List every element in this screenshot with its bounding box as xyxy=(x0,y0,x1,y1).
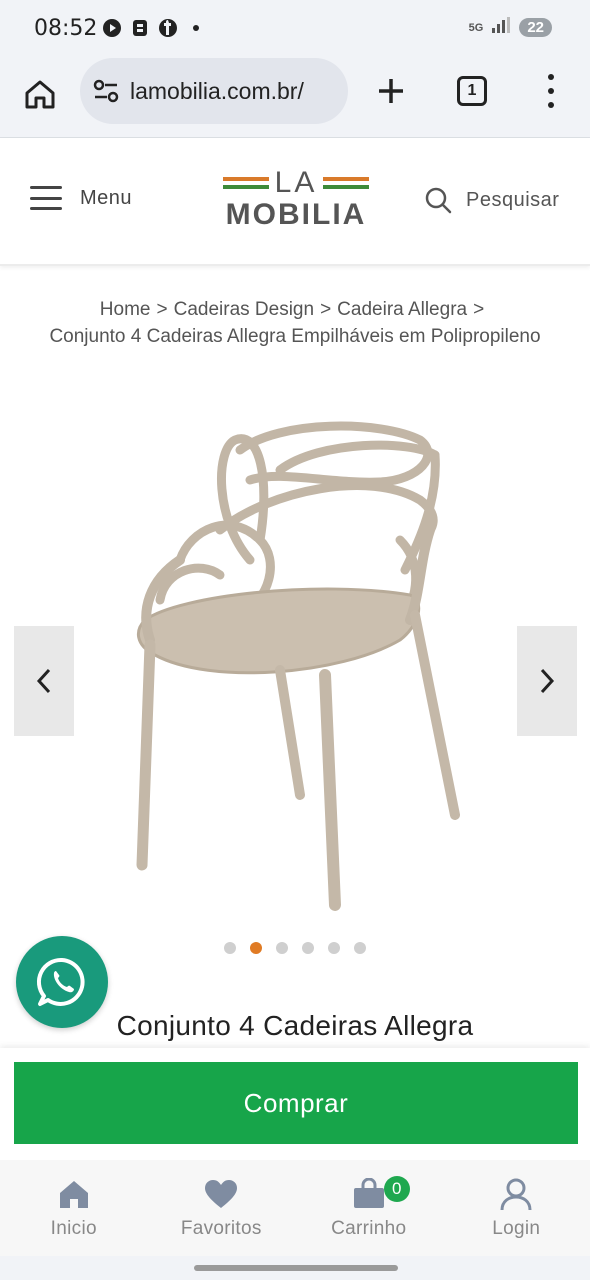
product-title: Conjunto 4 Cadeiras Allegra xyxy=(116,1010,474,1041)
bottom-navigation: Inicio Favoritos 0 Carrinho Login xyxy=(0,1160,590,1256)
carousel-dot[interactable] xyxy=(328,942,340,954)
more-dot-icon xyxy=(548,88,554,94)
tab-switcher-button[interactable]: 1 xyxy=(457,76,487,106)
heart-icon xyxy=(205,1180,238,1208)
cart-count-badge: 0 xyxy=(383,1176,410,1202)
carousel-dot[interactable] xyxy=(250,942,262,954)
status-bar: 08:52 5G 22 xyxy=(0,0,590,58)
buy-bar: Comprar xyxy=(0,1048,590,1160)
b-app-icon xyxy=(130,18,150,38)
carousel-dot[interactable] xyxy=(302,942,314,954)
logo-text-bottom: MOBILIA xyxy=(225,198,367,231)
browser-home-button[interactable] xyxy=(20,74,60,114)
menu-button[interactable]: Menu xyxy=(30,186,132,210)
new-tab-button[interactable] xyxy=(372,72,410,110)
more-dot-icon xyxy=(548,74,554,80)
search-icon xyxy=(425,187,452,214)
buy-button[interactable]: Comprar xyxy=(14,1062,578,1144)
carousel-next-button[interactable] xyxy=(517,626,577,736)
chair-image xyxy=(136,421,460,911)
breadcrumb: Home > Cadeiras Design > Cadeira Allegra > Co… xyxy=(0,296,590,350)
user-icon xyxy=(500,1178,532,1211)
dot-icon xyxy=(186,18,206,38)
site-header: Menu LA MOBILIA Pesquisar xyxy=(0,138,590,266)
breadcrumb-separator: > xyxy=(473,299,485,320)
logo-text-top: LA xyxy=(274,166,318,199)
gesture-bar xyxy=(0,1256,590,1280)
plus-icon xyxy=(379,79,403,103)
hamburger-icon xyxy=(30,186,62,210)
nav-home[interactable]: Inicio xyxy=(0,1160,148,1256)
breadcrumb-separator: > xyxy=(156,299,168,320)
breadcrumb-subcategory[interactable]: Cadeira Allegra xyxy=(337,299,467,320)
chevron-left-icon xyxy=(36,668,51,694)
gesture-handle[interactable] xyxy=(194,1265,398,1271)
network-badge: 5G xyxy=(468,21,484,34)
carousel-dot[interactable] xyxy=(354,942,366,954)
play-icon xyxy=(102,18,122,38)
nav-cart-label: Carrinho xyxy=(331,1218,407,1239)
nav-home-label: Inicio xyxy=(50,1218,97,1239)
notification-icons xyxy=(102,18,206,38)
url-text: lamobilia.com.br/ xyxy=(130,77,304,104)
whatsapp-icon xyxy=(36,957,85,1006)
nav-favorites[interactable]: Favoritos xyxy=(148,1160,296,1256)
address-bar[interactable]: lamobilia.com.br/ xyxy=(80,58,348,124)
search-label: Pesquisar xyxy=(466,188,560,211)
carousel-prev-button[interactable] xyxy=(14,626,74,736)
facebook-icon xyxy=(158,18,178,38)
breadcrumb-home[interactable]: Home xyxy=(100,299,151,320)
nav-cart[interactable]: 0 Carrinho xyxy=(295,1160,443,1256)
nav-favorites-label: Favoritos xyxy=(180,1218,262,1239)
breadcrumb-current: Conjunto 4 Cadeiras Allegra Empilháveis … xyxy=(49,326,541,347)
carousel-dot[interactable] xyxy=(276,942,288,954)
battery-indicator: 22 xyxy=(519,18,552,37)
breadcrumb-category[interactable]: Cadeiras Design xyxy=(174,299,314,320)
shopping-bag-icon xyxy=(353,1178,384,1208)
logo-stripes xyxy=(222,177,269,189)
chevron-right-icon xyxy=(540,668,555,694)
site-logo[interactable]: LA MOBILIA xyxy=(220,168,372,234)
nav-login[interactable]: Login xyxy=(443,1160,590,1256)
home-icon xyxy=(25,80,55,109)
breadcrumb-separator: > xyxy=(320,299,332,320)
nav-login-label: Login xyxy=(492,1218,541,1239)
signal-icon xyxy=(491,16,511,39)
search-button[interactable]: Pesquisar xyxy=(424,186,559,214)
status-time: 08:52 xyxy=(34,16,98,41)
home-icon xyxy=(59,1181,88,1208)
logo-stripes xyxy=(323,177,370,189)
carousel-dot[interactable] xyxy=(224,942,236,954)
menu-label: Menu xyxy=(80,186,133,209)
browser-menu-button[interactable] xyxy=(538,74,564,108)
product-image-carousel[interactable] xyxy=(0,390,590,930)
browser-toolbar: lamobilia.com.br/ 1 xyxy=(0,58,590,138)
more-dot-icon xyxy=(548,102,554,108)
site-settings-icon[interactable] xyxy=(92,77,120,105)
